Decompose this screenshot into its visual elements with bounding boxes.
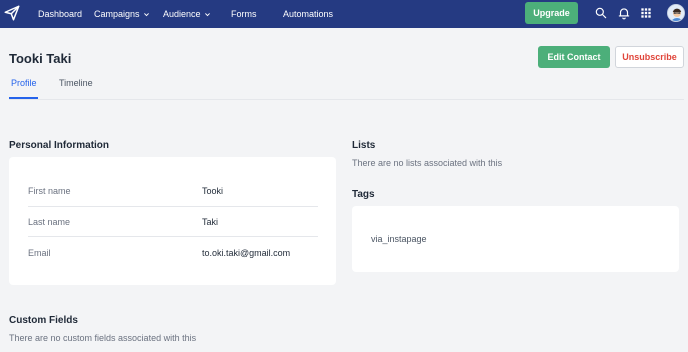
user-avatar-icon <box>668 5 684 21</box>
tab-timeline[interactable]: Timeline <box>59 78 93 88</box>
lists-title: Lists <box>352 140 376 151</box>
tag-item: via_instapage <box>371 234 427 244</box>
nav-audience-label: Audience <box>163 8 201 19</box>
nav-automations[interactable]: Automations <box>283 0 333 28</box>
custom-fields-empty-text: There are no custom fields associated wi… <box>9 333 197 343</box>
email-value: to.oki.taki@gmail.com <box>202 248 291 258</box>
tab-profile[interactable]: Profile <box>11 78 37 88</box>
upgrade-button[interactable]: Upgrade <box>525 2 578 24</box>
last-name-label: Last name <box>28 217 71 227</box>
avatar[interactable] <box>667 4 685 22</box>
chevron-down-icon <box>204 12 210 16</box>
nav-forms-label: Forms <box>231 8 257 19</box>
edit-contact-button[interactable]: Edit Contact <box>538 46 610 68</box>
chevron-down-icon <box>143 12 149 16</box>
email-label: Email <box>28 248 51 258</box>
paper-plane-logo-icon[interactable] <box>3 4 21 22</box>
search-icon[interactable] <box>594 6 608 20</box>
top-nav-bar: Dashboard Campaigns Audience Forms Autom… <box>0 0 688 28</box>
first-name-label: First name <box>28 186 71 196</box>
unsubscribe-button[interactable]: Unsubscribe <box>615 46 684 68</box>
lists-empty-text: There are no lists associated with this <box>352 158 503 168</box>
apps-grid-icon[interactable] <box>639 6 653 20</box>
row-divider <box>28 236 318 237</box>
last-name-value: Taki <box>202 217 219 227</box>
tags-title: Tags <box>352 189 375 200</box>
nav-automations-label: Automations <box>283 8 334 19</box>
bell-icon[interactable] <box>617 6 631 20</box>
row-divider <box>28 206 318 207</box>
tabs-divider <box>9 99 684 100</box>
nav-forms[interactable]: Forms <box>231 0 257 28</box>
nav-campaigns[interactable]: Campaigns <box>94 0 150 28</box>
page-title: Tooki Taki <box>9 51 72 66</box>
first-name-value: Tooki <box>202 186 224 196</box>
nav-audience[interactable]: Audience <box>163 0 211 28</box>
custom-fields-title: Custom Fields <box>9 315 78 326</box>
personal-info-title: Personal Information <box>9 140 110 151</box>
nav-dashboard[interactable]: Dashboard <box>38 0 82 28</box>
nav-campaigns-label: Campaigns <box>94 8 140 19</box>
nav-dashboard-label: Dashboard <box>38 8 83 19</box>
